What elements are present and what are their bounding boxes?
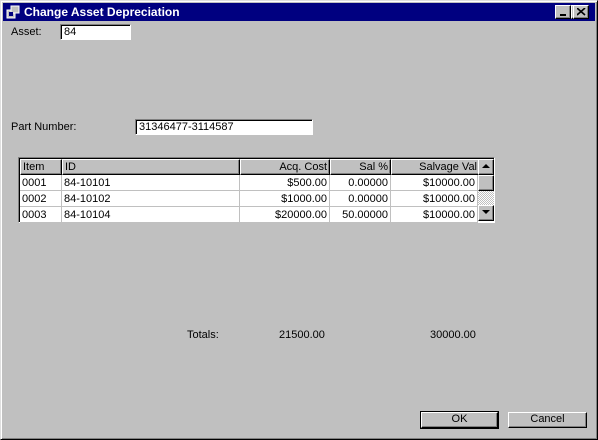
cancel-button[interactable]: Cancel xyxy=(508,412,587,428)
column-header-item[interactable]: Item xyxy=(20,159,62,175)
table-row[interactable]: 0001 84-10101 $500.00 0.00000 $10000.00 xyxy=(20,175,478,191)
cell-salvage-val[interactable]: $10000.00 xyxy=(391,175,478,191)
cell-id[interactable]: 84-10102 xyxy=(62,191,240,207)
dialog-window: Change Asset Depreciation Asset: 84 Part… xyxy=(0,0,598,440)
salvage-total: 30000.00 xyxy=(430,329,476,341)
title-bar[interactable]: Change Asset Depreciation xyxy=(3,3,595,21)
table-row[interactable]: 0003 84-10104 $20000.00 50.00000 $10000.… xyxy=(20,207,478,223)
window-title: Change Asset Depreciation xyxy=(24,5,180,19)
cell-item[interactable]: 0002 xyxy=(20,191,62,207)
cell-salvage-val[interactable]: $10000.00 xyxy=(391,191,478,207)
cell-id[interactable]: 84-10104 xyxy=(62,207,240,223)
app-icon xyxy=(6,5,20,19)
column-header-sal-pct[interactable]: Sal % xyxy=(330,159,391,175)
scrollbar-thumb[interactable] xyxy=(478,175,494,191)
part-number-field[interactable]: 31346477-3114587 xyxy=(135,119,313,135)
part-number-label: Part Number: xyxy=(11,121,77,133)
cell-sal-pct[interactable]: 0.00000 xyxy=(330,175,391,191)
cell-item[interactable]: 0003 xyxy=(20,207,62,223)
table-row[interactable]: 0002 84-10102 $1000.00 0.00000 $10000.00 xyxy=(20,191,478,207)
cell-acq-cost[interactable]: $500.00 xyxy=(240,175,330,191)
asset-label: Asset: xyxy=(11,26,42,38)
totals-label: Totals: xyxy=(187,329,219,341)
cell-sal-pct[interactable]: 50.00000 xyxy=(330,207,391,223)
column-header-salvage-val[interactable]: Salvage Val xyxy=(391,159,480,175)
scroll-up-arrow-icon[interactable] xyxy=(478,159,494,175)
cell-sal-pct[interactable]: 0.00000 xyxy=(330,191,391,207)
column-header-id[interactable]: ID xyxy=(62,159,240,175)
cell-salvage-val[interactable]: $10000.00 xyxy=(391,207,478,223)
asset-field[interactable]: 84 xyxy=(60,24,131,40)
cell-item[interactable]: 0001 xyxy=(20,175,62,191)
grid-header: Item ID Acq. Cost Sal % Salvage Val xyxy=(20,159,480,175)
acq-cost-total: 21500.00 xyxy=(279,329,325,341)
scroll-down-arrow-icon[interactable] xyxy=(478,205,494,221)
cell-acq-cost[interactable]: $1000.00 xyxy=(240,191,330,207)
cell-acq-cost[interactable]: $20000.00 xyxy=(240,207,330,223)
cell-id[interactable]: 84-10101 xyxy=(62,175,240,191)
minimize-icon[interactable] xyxy=(555,5,571,19)
asset-grid[interactable]: Item ID Acq. Cost Sal % Salvage Val 0001… xyxy=(18,157,495,223)
close-icon[interactable] xyxy=(573,5,589,19)
column-header-acq-cost[interactable]: Acq. Cost xyxy=(240,159,330,175)
ok-button[interactable]: OK xyxy=(420,411,499,429)
grid-vertical-scrollbar[interactable] xyxy=(478,159,494,221)
